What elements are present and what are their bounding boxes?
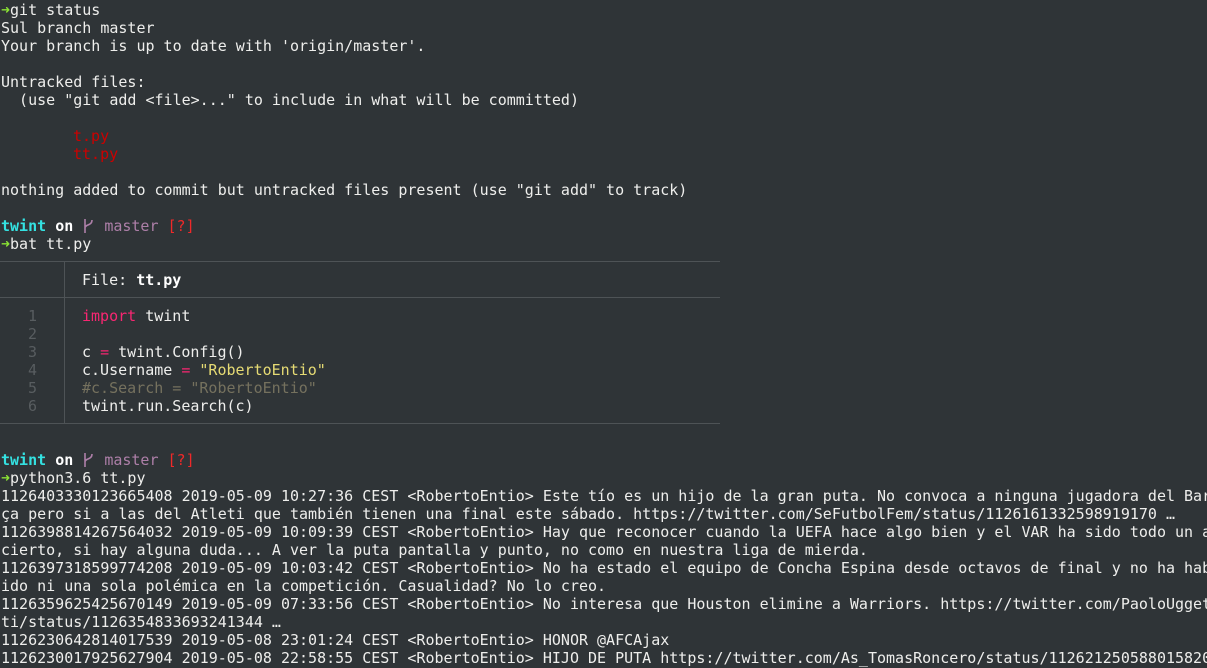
prompt-on: on [55,217,74,235]
code-line: twint.run.Search(c) [82,397,254,415]
line-number: 4 [27,361,37,379]
output-line: Sul branch master [1,19,155,37]
terminal-window[interactable]: ➜git status Sul branch master Your branc… [0,0,1207,668]
prompt-status: [?] [167,451,195,469]
prompt-dir: twint [1,217,47,235]
bat-mid-rule [0,297,720,298]
prompt-dir: twint [1,451,47,469]
line-number: 2 [27,325,37,343]
output-line: Your branch is up to date with 'origin/m… [1,37,426,55]
command-line: ➜git status [1,1,100,19]
bat-file-name: tt.py [136,271,182,289]
tweet-output-line: ido ni una sola polémica en la competici… [1,577,607,595]
bat-gutter-divider [64,298,65,423]
git-branch-icon [84,219,94,233]
output-line: Untracked files: [1,73,146,91]
command-text: python3.6 tt.py [10,469,146,487]
code-operator: = [100,343,110,361]
tweet-output-line: ça pero si a las del Atleti que también … [1,505,1175,523]
prompt-arrow-icon: ➜ [1,469,11,487]
shell-prompt: twint on master [?] [1,217,195,235]
prompt-arrow-icon: ➜ [1,235,11,253]
tweet-output-line: 1126230642814017539 2019-05-08 23:01:24 … [1,631,670,649]
bat-top-rule [0,261,720,262]
line-number: 5 [27,379,37,397]
bat-file-header: File: tt.py [82,271,181,289]
prompt-arrow-icon: ➜ [1,1,11,19]
output-line: (use "git add <file>..." to include in w… [1,91,579,109]
untracked-file: t.py [73,127,110,145]
tweet-output-line: 1126359625425670149 2019-05-09 07:33:56 … [1,595,1207,613]
tweet-output-line: cierto, si hay alguna duda... A ver la p… [1,541,868,559]
bat-bottom-rule [0,423,720,424]
tweet-output-line: ti/status/1126354833693241344 … [1,613,281,631]
output-line: nothing added to commit but untracked fi… [1,181,688,199]
code-line: import twint [82,307,190,325]
code-keyword: import [82,307,137,325]
bat-gutter-divider [64,262,65,297]
command-line: ➜python3.6 tt.py [1,469,146,487]
code-text: c [82,343,101,361]
git-branch-icon [84,453,94,467]
tweet-output-line: 1126397318599774208 2019-05-09 10:03:42 … [1,559,1207,577]
line-number: 6 [27,397,37,415]
code-line: c.Username = "RobertoEntio" [82,361,326,379]
tweet-output-line: 1126398814267564032 2019-05-09 10:09:39 … [1,523,1207,541]
bat-file-label: File: [82,271,137,289]
prompt-branch: master [104,217,159,235]
prompt-branch: master [104,451,159,469]
command-text: git status [10,1,101,19]
command-line: ➜bat tt.py [1,235,91,253]
untracked-file: tt.py [73,145,119,163]
line-number: 3 [27,343,37,361]
prompt-status: [?] [167,217,195,235]
shell-prompt: twint on master [?] [1,451,195,469]
code-string: "RobertoEntio" [199,361,326,379]
code-line: c = twint.Config() [82,343,245,361]
tweet-output-line: 1126403330123665408 2019-05-09 10:27:36 … [1,487,1207,505]
prompt-on: on [55,451,74,469]
command-text: bat tt.py [10,235,92,253]
code-comment: #c.Search = "RobertoEntio" [82,379,317,397]
line-number: 1 [27,307,37,325]
code-text: c.Username [82,361,182,379]
code-text: twint [136,307,191,325]
tweet-output-line: 1126230017925627904 2019-05-08 22:58:55 … [1,649,1207,667]
code-text: twint.Config() [109,343,245,361]
